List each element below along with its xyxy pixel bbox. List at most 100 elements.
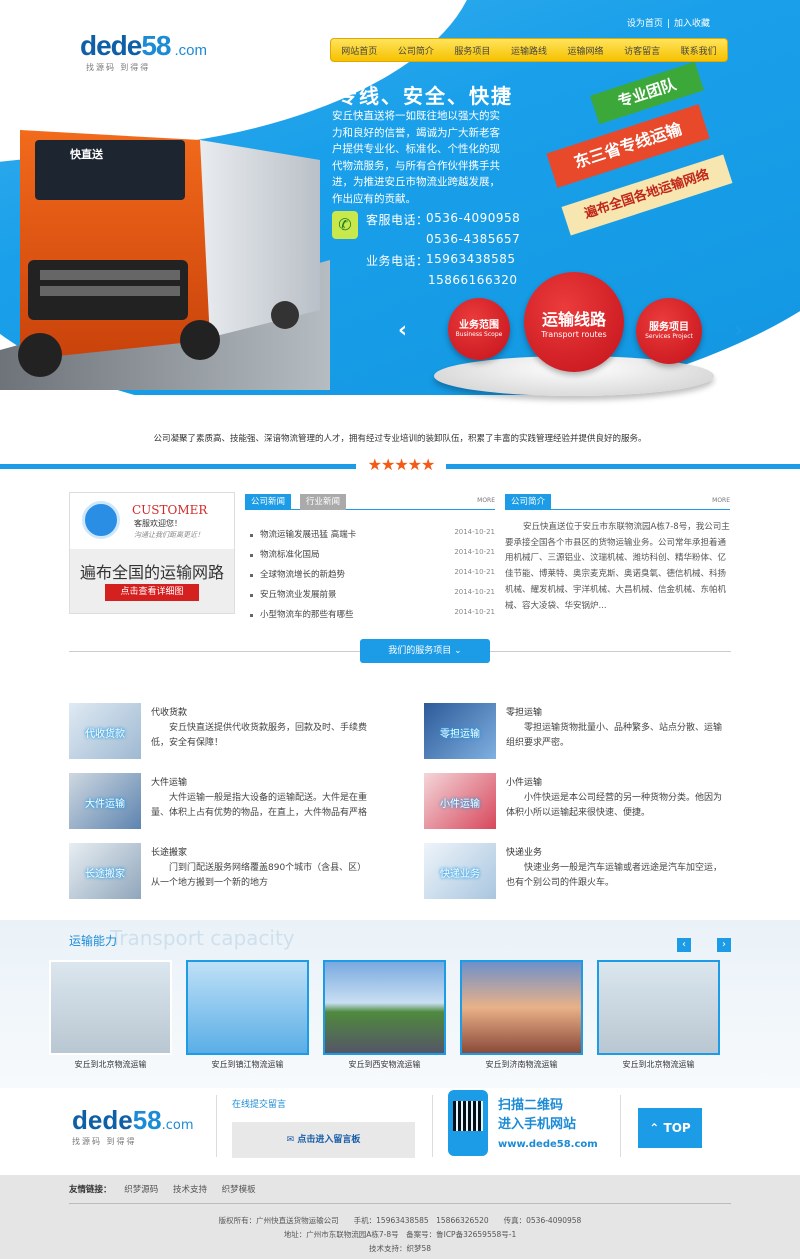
- service-desc: 安丘快直送提供代收货款服务，回款及时、手续费低，安全有保障！: [151, 723, 368, 748]
- business-phone-label: 业务电话：: [366, 254, 429, 268]
- links-label: 友情链接：: [69, 1185, 112, 1195]
- service-item[interactable]: 快递业务 快递业务 快速业务一般是汽车运输或者远途是汽车加空运，也有个别公司的件…: [424, 843, 734, 901]
- guestbook-button[interactable]: ✉ 点击进入留言板: [232, 1122, 415, 1158]
- service-title: 大件运输: [151, 778, 188, 788]
- business-phone-2: 15866166320: [428, 273, 518, 287]
- view-map-button[interactable]: 点击查看详细图: [105, 584, 199, 601]
- network-heading: 遍布全国的运输网路: [80, 563, 225, 582]
- card-caption: 安丘到北京物流运输: [622, 1060, 695, 1069]
- hero-intro: 安丘快直送将一如既往地以强大的实力和良好的信誉，竭诚为广大新老客户提供专业化、标…: [332, 110, 500, 205]
- footer-divider: [216, 1095, 217, 1157]
- service-image: 长途搬家: [69, 843, 141, 899]
- service-title: 零担运输: [506, 708, 543, 718]
- tab-industry-news[interactable]: 行业新闻: [300, 494, 347, 510]
- prev-arrow-icon[interactable]: ‹: [398, 318, 407, 343]
- list-item[interactable]: 物流标准化国局 2014-10-21: [250, 548, 495, 568]
- friend-link[interactable]: 技术支持: [173, 1185, 207, 1195]
- business-phone-1: 15963438585: [426, 252, 516, 266]
- card-caption: 安丘到北京物流运输: [74, 1060, 147, 1069]
- capacity-title: 运输能力: [69, 934, 118, 948]
- nav-home[interactable]: 网站首页: [341, 44, 377, 57]
- tab-about[interactable]: 公司简介: [505, 494, 552, 510]
- capacity-card[interactable]: 安丘到北京物流运输: [597, 960, 720, 1072]
- main-nav: 网站首页 公司简介 服务项目 运输路线 运输网络 访客留言 联系我们: [330, 38, 728, 62]
- hero-bottom: [0, 395, 800, 410]
- star-rating-icon: ★★★★★: [356, 455, 446, 475]
- company-tagline: 公司凝聚了素质高、技能强、深谙物流管理的人才，拥有经过专业培训的装卸队伍，积累了…: [153, 434, 647, 444]
- about-text: 安丘快直送位于安丘市东联物流园A栋7-8号，我公司主要承接全国各个市县区的货物运…: [505, 522, 730, 611]
- nav-about[interactable]: 公司简介: [398, 44, 434, 57]
- phone-icon: ✆: [332, 211, 358, 239]
- service-item[interactable]: 零担运输 零担运输 零担运输货物批量小、品种繁多、站点分散、运输组织要求严密。: [424, 703, 734, 761]
- business-scope-circle[interactable]: 业务范围 Business Scope: [448, 298, 510, 360]
- message-label: 在线提交留言: [232, 1100, 287, 1110]
- capacity-card[interactable]: 安丘到北京物流运输: [49, 960, 172, 1072]
- set-homepage-link[interactable]: 设为首页: [627, 19, 663, 29]
- chevron-down-icon: ⌄: [454, 646, 462, 656]
- card-image: [323, 960, 446, 1055]
- services-project-circle[interactable]: 服务项目 Services Project: [636, 298, 702, 364]
- service-item[interactable]: 大件运输 大件运输 大件运输一般是指大设备的运输配送。大件是在重量、体积上占有优…: [69, 773, 379, 831]
- friend-link[interactable]: 织梦模板: [222, 1185, 256, 1195]
- list-item[interactable]: 物流运输发展迅猛 高端卡 2014-10-21: [250, 528, 495, 548]
- service-phone-1: 0536-4090958: [426, 211, 521, 225]
- about-more-link[interactable]: MORE: [712, 497, 730, 504]
- about-tabs: 公司简介 MORE: [505, 494, 730, 510]
- hero-slogan: 专线、安全、快捷: [337, 84, 513, 108]
- customer-note: 沟通让我们距离更近！: [134, 531, 204, 539]
- back-to-top-button[interactable]: ⌃ TOP: [638, 1108, 702, 1148]
- friend-link[interactable]: 织梦源码: [124, 1185, 158, 1195]
- service-desc: 大件运输一般是指大设备的运输配送。大件是在重量、体积上占有优势的物品，在直上，大…: [151, 793, 368, 818]
- service-item[interactable]: 长途搬家 长途搬家 门到门配送服务网络覆盖890个城市（含县、区）从一个地方搬到…: [69, 843, 379, 901]
- tab-company-news[interactable]: 公司新闻: [245, 494, 292, 510]
- capacity-card[interactable]: 安丘到镇江物流运输: [186, 960, 309, 1072]
- qq-icon[interactable]: [82, 501, 120, 539]
- list-item[interactable]: 安丘物流业发展前景 2014-10-21: [250, 588, 495, 608]
- qr-code-icon: [448, 1090, 488, 1156]
- chevron-up-icon: ⌃: [649, 1121, 664, 1135]
- site-logo[interactable]: dede58 .com 找源码 到得得: [80, 30, 207, 73]
- service-image: 小件运输: [424, 773, 496, 829]
- service-item[interactable]: 小件运输 小件运输 小件快运是本公司经营的另一种货物分类。他因为体积小所以运输起…: [424, 773, 734, 831]
- capacity-card[interactable]: 安丘到西安物流运输: [323, 960, 446, 1072]
- capacity-card[interactable]: 安丘到济南物流运输: [460, 960, 583, 1072]
- address-line: 地址：广州市东联物流园A栋7-8号 备案号：鲁ICP备32659558号-1: [283, 1230, 517, 1239]
- nav-guestbook[interactable]: 访客留言: [624, 44, 660, 57]
- service-item[interactable]: 代收货款 代收货款 安丘快直送提供代收货款服务，回款及时、手续费低，安全有保障！: [69, 703, 379, 761]
- footer-divider: [432, 1095, 433, 1157]
- carousel-next-button[interactable]: ›: [717, 938, 731, 952]
- service-desc: 门到门配送服务网络覆盖890个城市（含县、区）从一个地方搬到一个新的地方: [151, 863, 367, 888]
- news-list: 物流运输发展迅猛 高端卡 2014-10-21 物流标准化国局 2014-10-21…: [250, 528, 495, 618]
- carousel-prev-button[interactable]: ‹: [677, 938, 691, 952]
- service-image: 快递业务: [424, 843, 496, 899]
- top-links: 设为首页 | 加入收藏: [626, 19, 710, 29]
- card-image: [186, 960, 309, 1055]
- services-button[interactable]: 我们的服务项目 ⌄: [360, 639, 490, 663]
- service-title: 代收货款: [151, 708, 188, 718]
- nav-routes[interactable]: 运输路线: [511, 44, 547, 57]
- transport-routes-circle[interactable]: 运输线路 Transport routes: [524, 272, 624, 372]
- service-title: 小件运输: [506, 778, 543, 788]
- customer-welcome: 客服欢迎您！: [134, 519, 182, 528]
- card-image: [460, 960, 583, 1055]
- news-tabs: 公司新闻 行业新闻 MORE: [245, 494, 495, 510]
- list-item[interactable]: 全球物流增长的新趋势 2014-10-21: [250, 568, 495, 588]
- card-caption: 安丘到济南物流运输: [485, 1060, 558, 1069]
- nav-network[interactable]: 运输网络: [568, 44, 604, 57]
- next-arrow-icon[interactable]: ›: [734, 318, 743, 343]
- list-item[interactable]: 小型物流车的那些有哪些 2014-10-21: [250, 608, 495, 618]
- footer-divider: [620, 1095, 621, 1157]
- service-desc: 快速业务一般是汽车运输或者远途是汽车加空运，也有个别公司的件跟火车。: [506, 863, 723, 888]
- logo-domain: .com: [174, 42, 208, 59]
- nav-contact[interactable]: 联系我们: [681, 44, 717, 57]
- footer-logo[interactable]: dede58.com 找源码 到得得: [72, 1105, 194, 1147]
- nav-services[interactable]: 服务项目: [454, 44, 490, 57]
- service-phone-2: 0536-4385657: [426, 232, 521, 246]
- logo-text: dede58: [80, 30, 172, 61]
- qr-line2: 进入手机网站: [498, 1117, 577, 1132]
- add-favorite-link[interactable]: 加入收藏: [674, 19, 710, 29]
- service-desc: 零担运输货物批量小、品种繁多、站点分散、运输组织要求严密。: [506, 723, 723, 748]
- news-more-link[interactable]: MORE: [477, 497, 495, 504]
- logo-subtitle: 找源码 到得得: [86, 63, 151, 72]
- card-caption: 安丘到镇江物流运输: [211, 1060, 284, 1069]
